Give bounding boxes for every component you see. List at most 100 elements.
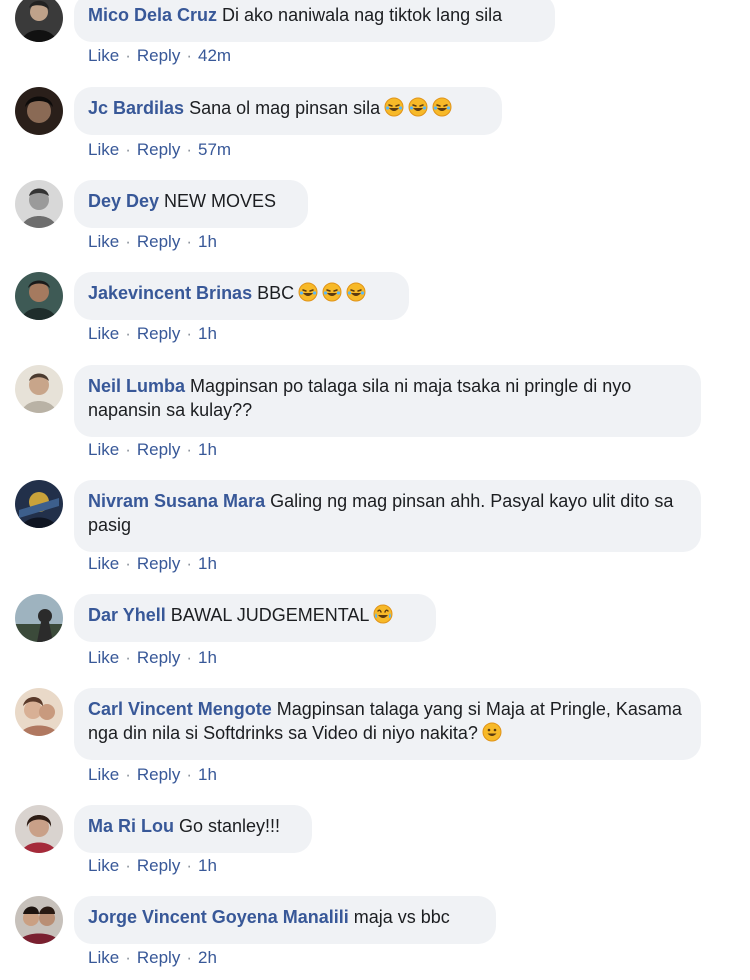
like-button[interactable]: Like xyxy=(88,765,119,784)
like-button[interactable]: Like xyxy=(88,856,119,875)
smile-emoji-icon xyxy=(482,722,502,742)
separator-dot: · xyxy=(186,140,192,159)
like-button[interactable]: Like xyxy=(88,232,119,251)
avatar[interactable] xyxy=(15,594,63,642)
separator-dot: · xyxy=(125,140,131,159)
avatar[interactable] xyxy=(15,180,63,228)
comment-bubble: Neil Lumba Magpinsan po talaga sila ni ma… xyxy=(74,365,701,437)
comment-author[interactable]: Dar Yhell xyxy=(88,605,166,625)
separator-dot: · xyxy=(186,856,192,875)
like-button[interactable]: Like xyxy=(88,648,119,667)
comment-actions: Like · Reply · 1h xyxy=(88,648,217,668)
comment-author[interactable]: Nivram Susana Mara xyxy=(88,491,265,511)
reply-button[interactable]: Reply xyxy=(137,856,180,875)
comment-bubble: Ma Ri Lou Go stanley!!! xyxy=(74,805,312,853)
separator-dot: · xyxy=(125,324,131,343)
reply-button[interactable]: Reply xyxy=(137,140,180,159)
separator-dot: · xyxy=(186,324,192,343)
separator-dot: · xyxy=(125,232,131,251)
laugh-tears-emoji-icon xyxy=(373,604,393,624)
avatar[interactable] xyxy=(15,0,63,42)
comment-bubble: Dey Dey NEW MOVES xyxy=(74,180,308,228)
separator-dot: · xyxy=(125,554,131,573)
rofl-emoji-icon xyxy=(384,97,404,117)
comment-author[interactable]: Mico Dela Cruz xyxy=(88,5,217,25)
avatar[interactable] xyxy=(15,480,63,528)
separator-dot: · xyxy=(125,765,131,784)
avatar-photo-icon xyxy=(15,87,63,135)
rofl-emoji-icon xyxy=(346,282,366,302)
comment-bubble: Mico Dela Cruz Di ako naniwala nag tiktok… xyxy=(74,0,555,42)
separator-dot: · xyxy=(186,440,192,459)
comment-timestamp[interactable]: 1h xyxy=(198,554,217,573)
like-button[interactable]: Like xyxy=(88,440,119,459)
rofl-emoji-icon xyxy=(298,282,318,302)
avatar[interactable] xyxy=(15,896,63,944)
reply-button[interactable]: Reply xyxy=(137,648,180,667)
comment-timestamp[interactable]: 1h xyxy=(198,648,217,667)
like-button[interactable]: Like xyxy=(88,140,119,159)
comment-author[interactable]: Ma Ri Lou xyxy=(88,816,174,836)
separator-dot: · xyxy=(186,648,192,667)
comment-actions: Like · Reply · 57m xyxy=(88,140,231,160)
avatar-photo-icon xyxy=(15,480,63,528)
comment-timestamp[interactable]: 42m xyxy=(198,46,231,65)
comment-timestamp[interactable]: 1h xyxy=(198,440,217,459)
comment-timestamp[interactable]: 1h xyxy=(198,765,217,784)
separator-dot: · xyxy=(125,440,131,459)
comment-timestamp[interactable]: 1h xyxy=(198,856,217,875)
reply-button[interactable]: Reply xyxy=(137,554,180,573)
comment-timestamp[interactable]: 1h xyxy=(198,324,217,343)
like-button[interactable]: Like xyxy=(88,324,119,343)
comment-author[interactable]: Carl Vincent Mengote xyxy=(88,699,272,719)
comment-author[interactable]: Jakevincent Brinas xyxy=(88,283,252,303)
like-button[interactable]: Like xyxy=(88,46,119,65)
reply-button[interactable]: Reply xyxy=(137,324,180,343)
comment-author[interactable]: Jorge Vincent Goyena Manalili xyxy=(88,907,349,927)
rofl-emoji-icon xyxy=(322,282,342,302)
comment-timestamp[interactable]: 57m xyxy=(198,140,231,159)
reply-button[interactable]: Reply xyxy=(137,440,180,459)
comment-bubble: Carl Vincent Mengote Magpinsan talaga yan… xyxy=(74,688,701,760)
comment-text: Sana ol mag pinsan sila xyxy=(189,98,381,118)
avatar[interactable] xyxy=(15,805,63,853)
avatar-photo-icon xyxy=(15,896,63,944)
rofl-emoji-icon xyxy=(432,97,452,117)
comment-actions: Like · Reply · 42m xyxy=(88,46,231,66)
comment-timestamp[interactable]: 1h xyxy=(198,232,217,251)
comment-author[interactable]: Jc Bardilas xyxy=(88,98,184,118)
separator-dot: · xyxy=(186,554,192,573)
comment-author[interactable]: Neil Lumba xyxy=(88,376,185,396)
like-button[interactable]: Like xyxy=(88,948,119,967)
separator-dot: · xyxy=(186,46,192,65)
like-button[interactable]: Like xyxy=(88,554,119,573)
avatar-photo-icon xyxy=(15,365,63,413)
comment-actions: Like · Reply · 1h xyxy=(88,765,217,785)
separator-dot: · xyxy=(125,46,131,65)
avatar[interactable] xyxy=(15,688,63,736)
reply-button[interactable]: Reply xyxy=(137,46,180,65)
reply-button[interactable]: Reply xyxy=(137,765,180,784)
avatar[interactable] xyxy=(15,87,63,135)
comment-bubble: Jc Bardilas Sana ol mag pinsan sila xyxy=(74,87,502,135)
separator-dot: · xyxy=(125,856,131,875)
comment-text: Go stanley!!! xyxy=(179,816,281,836)
comment-text: maja vs bbc xyxy=(353,907,450,927)
comment-actions: Like · Reply · 1h xyxy=(88,554,217,574)
comment-bubble: Jorge Vincent Goyena Manalili maja vs bbc xyxy=(74,896,496,944)
comment-bubble: Dar Yhell BAWAL JUDGEMENTAL xyxy=(74,594,436,642)
comment-timestamp[interactable]: 2h xyxy=(198,948,217,967)
comment-actions: Like · Reply · 2h xyxy=(88,948,217,968)
avatar-photo-icon xyxy=(15,272,63,320)
avatar[interactable] xyxy=(15,272,63,320)
reply-button[interactable]: Reply xyxy=(137,232,180,251)
comment-actions: Like · Reply · 1h xyxy=(88,440,217,460)
comment-author[interactable]: Dey Dey xyxy=(88,191,159,211)
comment-bubble: Nivram Susana Mara Galing ng mag pinsan a… xyxy=(74,480,701,552)
separator-dot: · xyxy=(125,648,131,667)
comment-bubble: Jakevincent Brinas BBC xyxy=(74,272,409,320)
rofl-emoji-icon xyxy=(408,97,428,117)
comment-actions: Like · Reply · 1h xyxy=(88,324,217,344)
reply-button[interactable]: Reply xyxy=(137,948,180,967)
avatar[interactable] xyxy=(15,365,63,413)
